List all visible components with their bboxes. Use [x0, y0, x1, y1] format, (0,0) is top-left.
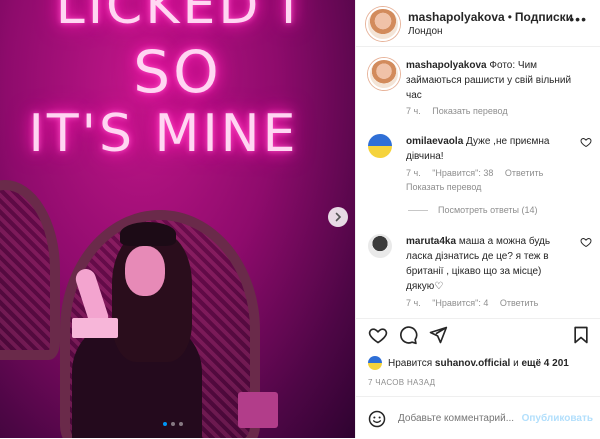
- comment-meta: 7 ч. "Нравится": 38 Ответить: [406, 168, 552, 178]
- post-sidebar: mashapolyakova • Подписки Лондон ••• masha…: [355, 0, 600, 438]
- bookmark-icon[interactable]: [571, 325, 591, 345]
- comment-likes-count[interactable]: "Нравится": 4: [432, 298, 488, 308]
- view-replies-button[interactable]: Посмотреть ответы (14): [408, 205, 538, 215]
- header-user-line: mashapolyakova • Подписки: [408, 10, 573, 24]
- comment-text-block: omilaevaola Дуже ,не приємна дівчина!: [406, 134, 576, 164]
- comment-translate-row: Показать перевод: [406, 182, 490, 192]
- neon-sign-line-2: SO: [133, 38, 222, 106]
- neon-sign-line-1: LICKED I: [55, 0, 300, 36]
- neon-sign-line-3: IT'S MINE: [28, 104, 299, 164]
- emoji-icon[interactable]: [368, 410, 386, 428]
- post-comment-button[interactable]: Опубликовать: [522, 413, 593, 424]
- avatar[interactable]: [366, 7, 400, 41]
- comment-icon[interactable]: [398, 325, 418, 345]
- comment-item: omilaevaola Дуже ,не приємна дівчина! 7 …: [368, 134, 592, 194]
- replies-divider: [408, 209, 428, 211]
- liker-username[interactable]: suhanov.official: [435, 358, 510, 369]
- avatar[interactable]: [368, 58, 400, 90]
- carousel-dot: [171, 422, 175, 426]
- next-arrow-icon: [335, 212, 342, 222]
- comment-like-icon[interactable]: [580, 136, 592, 148]
- post-caption: mashapolyakova Фото: Чим займаються раши…: [368, 58, 588, 126]
- photo-shelf: [238, 392, 278, 428]
- likes-others-button[interactable]: ещё 4 201: [521, 358, 568, 369]
- comment-time[interactable]: 7 ч.: [406, 168, 421, 178]
- likes-and: и: [513, 357, 519, 369]
- share-icon[interactable]: [428, 325, 448, 345]
- post-photo[interactable]: LICKED I SO IT'S MINE: [0, 0, 355, 438]
- heart-icon[interactable]: [368, 325, 388, 345]
- post-timestamp[interactable]: 7 ЧАСОВ НАЗАД: [368, 378, 435, 387]
- carousel-next-button[interactable]: [328, 207, 348, 227]
- comment-like-icon[interactable]: [580, 236, 592, 248]
- comment-likes-count[interactable]: "Нравится": 38: [432, 168, 493, 178]
- comment-text-block: maruta4ka маша а можна будь ласка дізнат…: [406, 234, 576, 294]
- avatar[interactable]: [368, 134, 392, 158]
- caption-time[interactable]: 7 ч.: [406, 106, 421, 116]
- person-cap: [120, 222, 176, 246]
- reply-button[interactable]: Ответить: [500, 298, 538, 308]
- post-header: mashapolyakova • Подписки Лондон •••: [356, 0, 600, 47]
- likes-prefix: Нравится: [388, 357, 433, 369]
- header-separator: •: [507, 10, 512, 24]
- comment-meta: 7 ч. "Нравится": 4 Ответить: [406, 298, 547, 308]
- comment-username[interactable]: omilaevaola: [406, 136, 463, 147]
- more-options-button[interactable]: •••: [569, 12, 587, 26]
- reply-button[interactable]: Ответить: [505, 168, 543, 178]
- photo-box: [72, 318, 118, 338]
- comment-item: maruta4ka маша а можна будь ласка дізнат…: [368, 234, 592, 314]
- view-replies-label: Посмотреть ответы (14): [438, 205, 538, 215]
- likes-summary: Нравится suhanov.official и ещё 4 201: [368, 356, 598, 370]
- header-username[interactable]: mashapolyakova: [408, 10, 505, 24]
- comment-time[interactable]: 7 ч.: [406, 298, 421, 308]
- person-face: [125, 246, 165, 296]
- avatar[interactable]: [368, 356, 382, 370]
- comment-username[interactable]: maruta4ka: [406, 236, 456, 247]
- show-translation-link[interactable]: Показать перевод: [406, 182, 481, 192]
- carousel-dot: [179, 422, 183, 426]
- wicker-chair-left: [0, 180, 60, 360]
- action-bar: [356, 318, 600, 349]
- carousel-dots: [163, 422, 183, 426]
- caption-text-block: mashapolyakova Фото: Чим займаються раши…: [406, 58, 576, 103]
- location-link[interactable]: Лондон: [408, 26, 443, 37]
- show-translation-link[interactable]: Показать перевод: [432, 106, 507, 116]
- following-button[interactable]: Подписки: [515, 10, 573, 24]
- carousel-dot: [163, 422, 167, 426]
- comment-input[interactable]: [398, 413, 534, 424]
- avatar[interactable]: [368, 234, 392, 258]
- more-icon: •••: [569, 11, 587, 27]
- comments-list: mashapolyakova Фото: Чим займаються раши…: [356, 48, 600, 318]
- caption-username[interactable]: mashapolyakova: [406, 60, 487, 71]
- caption-meta: 7 ч. Показать перевод: [406, 106, 517, 116]
- add-comment-bar: Опубликовать: [356, 396, 600, 439]
